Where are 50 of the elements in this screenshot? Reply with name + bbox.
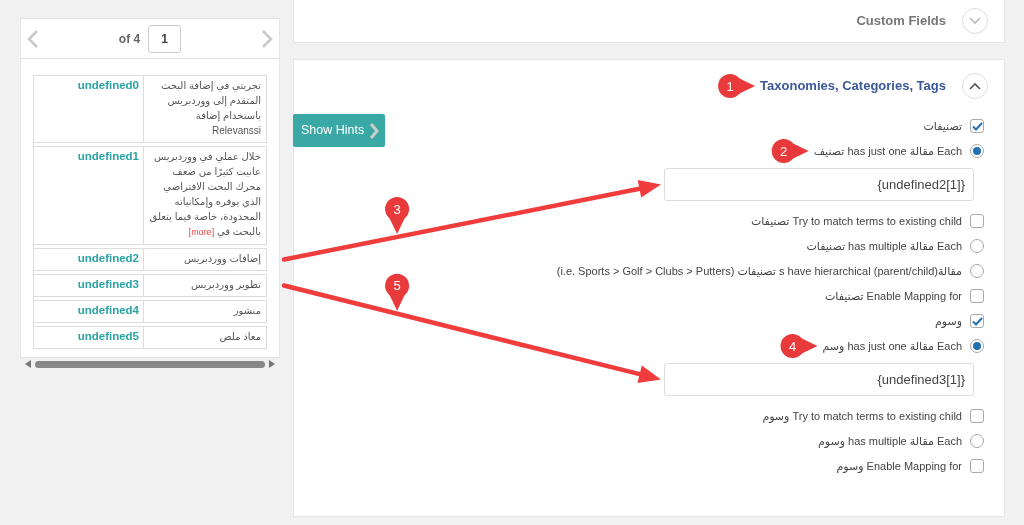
row-text: معاذ ملص <box>219 331 261 342</box>
row-text: تطوير ووردبريس <box>191 279 261 290</box>
radio-button[interactable] <box>970 264 984 278</box>
chevron-right-icon[interactable] <box>261 28 273 49</box>
more-link[interactable]: [more] <box>188 227 215 237</box>
row-key: undefined3 <box>77 278 139 290</box>
row-key: undefined4 <box>77 304 139 316</box>
scrollbar-thumb[interactable] <box>35 360 265 368</box>
row-key: undefined5 <box>77 330 139 342</box>
scroll-left-icon[interactable] <box>25 360 31 368</box>
option-label: Each مقالة has multiple وسوم <box>817 433 962 450</box>
section-title[interactable]: Taxonomies, Categories, Tags <box>760 76 946 96</box>
option-label: Each مقالة has multiple تصنيفات <box>806 238 962 254</box>
option-label: Enable Mapping for تصنيفات <box>825 288 962 304</box>
row-text: تجربتي في إضافة البحث المتقدم إلى ووردبريس باستخدام إضافة Relevanssi <box>161 80 261 136</box>
row-text: منشور <box>233 305 261 316</box>
checkbox[interactable] <box>970 459 984 473</box>
chevron-left-icon[interactable] <box>27 28 39 49</box>
row-text: إضافات ووردبريس <box>183 253 261 264</box>
text-field[interactable]: {undefined2[1]} <box>664 168 974 201</box>
scroll-right-icon[interactable] <box>269 360 275 368</box>
option-label: Enable Mapping for وسوم <box>836 458 962 475</box>
text-field[interactable]: {undefined3[1]} <box>664 363 974 396</box>
toggle-button[interactable] <box>962 73 988 99</box>
option-label: مقالةs have hierarchical (parent/child) تصنيفات (i.e. Sports > Golf > Clubs > Putters) <box>556 263 962 279</box>
option-label: Each مقالة has just one وسم <box>822 338 962 355</box>
chevron-up-icon <box>969 82 981 90</box>
row-key: undefined2 <box>77 252 139 264</box>
option-label: تصنيفات <box>923 118 962 134</box>
page-input[interactable]: 1 <box>148 24 182 53</box>
checkbox[interactable] <box>970 409 984 423</box>
option-label: Each مقالة has just one تصنيف <box>813 143 962 159</box>
option-label: Try to match terms to existing child تصنيفات <box>750 213 962 229</box>
checkbox[interactable] <box>970 289 984 303</box>
row-key: undefined1 <box>77 150 139 162</box>
row-key: undefined0 <box>77 79 139 91</box>
radio-button[interactable] <box>970 339 984 353</box>
checkbox[interactable] <box>970 119 984 133</box>
checkbox[interactable] <box>970 314 984 328</box>
chevron-down-icon <box>969 17 981 25</box>
option-label: Try to match terms to existing child وسوم <box>762 408 962 425</box>
option-label: وسوم <box>934 313 962 330</box>
section-title[interactable]: Custom Fields <box>856 11 946 31</box>
radio-button[interactable] <box>970 239 984 253</box>
toggle-button[interactable] <box>962 8 988 34</box>
checkbox[interactable] <box>970 214 984 228</box>
page-count: of 4 <box>118 30 141 48</box>
radio-button[interactable] <box>970 434 984 448</box>
radio-button[interactable] <box>970 144 984 158</box>
chevron-right-icon <box>369 122 379 139</box>
